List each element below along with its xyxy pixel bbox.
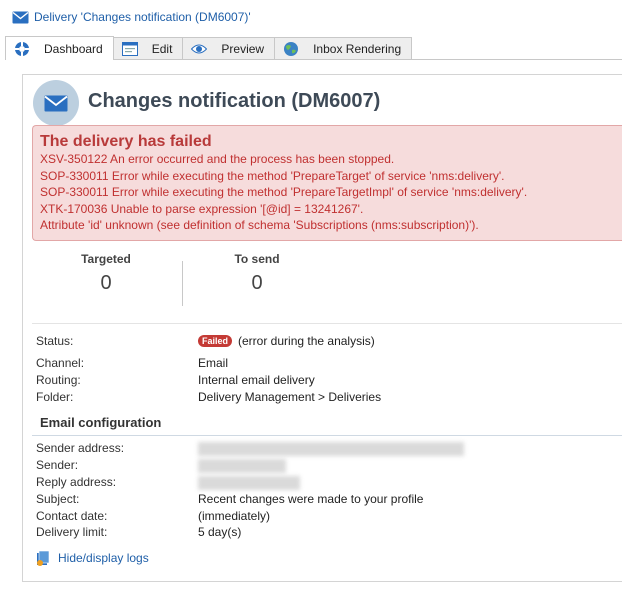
kpi-to-send: To send 0: [222, 252, 292, 295]
channel-value: Email: [198, 356, 229, 370]
error-line: XSV-350122 An error occurred and the pro…: [40, 152, 395, 166]
tab-label: Preview: [221, 42, 265, 56]
sender-address-label: Sender address:: [36, 441, 125, 455]
kpi-label: Targeted: [81, 252, 131, 266]
error-message-box: The delivery has failed XSV-350122 An er…: [32, 125, 622, 241]
envelope-icon: [33, 80, 79, 126]
tab-inbox-rendering[interactable]: Inbox Rendering: [274, 37, 413, 60]
kpi-targeted: Targeted 0: [70, 252, 142, 295]
status-text: (error during the analysis): [238, 334, 375, 348]
window-title: Delivery 'Changes notification (DM6007)': [34, 10, 251, 24]
redacted-sender-address: [198, 442, 464, 456]
folder-label: Folder:: [36, 390, 74, 404]
email-configuration-title: Email configuration: [40, 415, 162, 430]
section-divider: [32, 323, 622, 324]
tab-label: Dashboard: [44, 41, 103, 56]
page-title: Changes notification (DM6007): [88, 90, 381, 112]
routing-value: Internal email delivery: [198, 373, 315, 387]
envelope-icon: [12, 11, 29, 24]
redacted-reply-address: [198, 476, 300, 490]
folder-value: Delivery Management > Deliveries: [198, 390, 382, 404]
eye-icon: [191, 41, 208, 57]
kpi-value: 0: [100, 272, 112, 294]
delivery-limit-label: Delivery limit:: [36, 525, 108, 539]
tab-dashboard[interactable]: Dashboard: [5, 36, 114, 60]
window-titlebar: Delivery 'Changes notification (DM6007)': [0, 0, 622, 34]
hide-display-logs-link[interactable]: Hide/display logs: [36, 550, 149, 566]
status-badge: Failed: [198, 335, 233, 347]
error-line: Attribute 'id' unknown (see definition o…: [40, 218, 479, 232]
subject-value: Recent changes were made to your profile: [198, 492, 424, 506]
error-line: SOP-330011 Error while executing the met…: [40, 185, 528, 199]
kpi-label: To send: [234, 252, 280, 266]
dashboard-icon: [14, 41, 30, 57]
tab-label: Edit: [151, 42, 173, 56]
section-divider: [32, 435, 622, 436]
sender-label: Sender:: [36, 458, 79, 472]
tab-edit[interactable]: Edit: [112, 37, 184, 60]
routing-label: Routing:: [36, 373, 81, 387]
status-label: Status:: [36, 334, 74, 348]
redacted-sender: [198, 459, 286, 473]
error-line: XTK-170036 Unable to parse expression '[…: [40, 201, 364, 216]
error-title: The delivery has failed: [40, 133, 212, 150]
contact-date-label: Contact date:: [36, 509, 108, 523]
contact-date-value: (immediately): [198, 509, 271, 523]
kpi-divider: [182, 261, 183, 306]
error-line: SOP-330011 Error while executing the met…: [40, 168, 505, 183]
reply-address-label: Reply address:: [36, 475, 117, 489]
tab-bar: Dashboard Edit Preview Inbox Rendering: [5, 36, 413, 60]
tab-preview[interactable]: Preview: [182, 37, 276, 60]
globe-icon: [283, 41, 299, 57]
kpi-value: 0: [251, 272, 263, 294]
status-value: Failed (error during the analysis): [198, 334, 375, 348]
logs-link-label: Hide/display logs: [58, 551, 149, 565]
edit-window-icon: [121, 41, 138, 57]
logs-icon: [36, 550, 50, 566]
channel-label: Channel:: [36, 356, 85, 370]
delivery-limit-value: 5 day(s): [198, 525, 242, 539]
tab-label: Inbox Rendering: [313, 42, 402, 56]
subject-label: Subject:: [36, 492, 80, 506]
